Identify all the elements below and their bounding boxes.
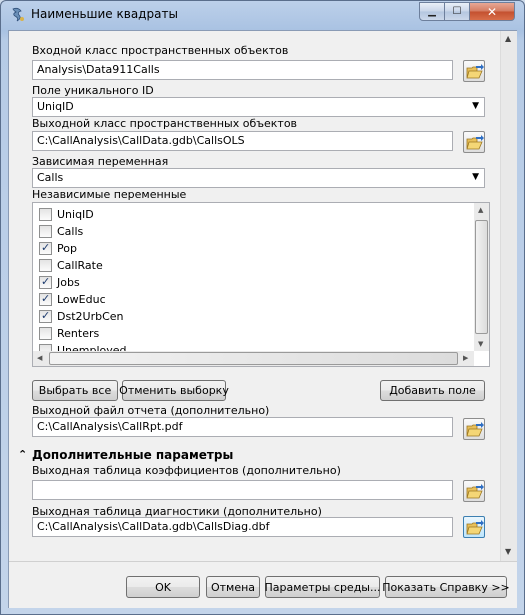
- output-class-field[interactable]: C:\CallAnalysis\CallData.gdb\CallsOLS: [32, 131, 453, 151]
- ok-button[interactable]: OK: [126, 576, 200, 598]
- report-file-field[interactable]: C:\CallAnalysis\CallRpt.pdf: [32, 417, 453, 437]
- parameters-panel: Входной класс пространственных объектов …: [9, 31, 500, 561]
- list-item-label: Dst2UrbCen: [57, 310, 124, 323]
- scroll-up-icon[interactable]: ▲: [505, 34, 511, 43]
- unique-id-value: UniqID: [37, 100, 74, 113]
- window-title: Наименьшие квадраты: [31, 7, 178, 21]
- list-item-label: CallRate: [57, 259, 103, 272]
- scroll-down-icon[interactable]: ▼: [478, 340, 483, 348]
- coef-table-label: Выходная таблица коэффициентов (дополнит…: [32, 464, 341, 477]
- checkmark-icon: ✓: [41, 309, 51, 322]
- list-item-label: Renters: [57, 327, 100, 340]
- list-item[interactable]: ✓ Jobs: [39, 274, 459, 291]
- tool-script-icon: [10, 7, 26, 23]
- coef-table-field[interactable]: [32, 480, 453, 500]
- list-item-label: LowEduc: [57, 293, 106, 306]
- chevron-down-icon: ▼: [472, 101, 479, 111]
- scroll-right-icon[interactable]: ▶: [463, 354, 468, 362]
- maximize-button[interactable]: ☐: [444, 2, 470, 21]
- open-folder-icon: [466, 484, 484, 499]
- title-bar: Наименьшие квадраты ▁ ☐ ✕: [1, 1, 524, 29]
- cancel-button[interactable]: Отмена: [206, 576, 260, 598]
- list-item-label: Calls: [57, 225, 84, 238]
- list-item[interactable]: Renters: [39, 325, 459, 342]
- list-hscroll-thumb[interactable]: [49, 352, 458, 365]
- unique-id-label: Поле уникального ID: [32, 84, 154, 97]
- input-class-browse-button[interactable]: [463, 60, 485, 82]
- open-folder-icon: [466, 135, 484, 150]
- list-item-label: UniqID: [57, 208, 94, 221]
- list-item[interactable]: ✓ LowEduc: [39, 291, 459, 308]
- close-button[interactable]: ✕: [469, 2, 515, 21]
- diag-table-field[interactable]: C:\CallAnalysis\CallData.gdb\CallsDiag.d…: [32, 517, 453, 537]
- input-class-field[interactable]: Analysis\Data911Calls: [32, 60, 453, 80]
- independent-variables-list[interactable]: UniqID Calls ✓ Pop CallRate ✓ Jobs ✓ LowEduc ✓ Dst…: [32, 202, 490, 367]
- checkmark-icon: ✓: [41, 292, 51, 305]
- scroll-down-icon[interactable]: ▼: [505, 547, 511, 556]
- dependent-variable-value: Calls: [37, 171, 64, 184]
- environments-button[interactable]: Параметры среды...: [265, 576, 380, 598]
- select-all-button[interactable]: Выбрать все: [32, 380, 118, 401]
- checkbox[interactable]: ✓: [39, 241, 52, 255]
- checkbox[interactable]: [39, 327, 52, 340]
- collapse-section-icon[interactable]: ⌃: [18, 448, 27, 461]
- list-vscroll-thumb[interactable]: [475, 220, 488, 334]
- list-item[interactable]: ✓ Dst2UrbCen: [39, 308, 459, 325]
- report-file-label: Выходной файл отчета (дополнительно): [32, 404, 270, 417]
- scroll-up-icon[interactable]: ▲: [478, 206, 483, 214]
- add-field-button[interactable]: Добавить поле: [380, 380, 485, 401]
- open-folder-icon: [466, 64, 484, 79]
- dependent-variable-dropdown[interactable]: Calls ▼: [32, 168, 485, 188]
- unselect-all-button[interactable]: Отменить выборку: [119, 380, 229, 401]
- output-class-label: Выходной класс пространственных объектов: [32, 117, 298, 130]
- additional-parameters-header[interactable]: Дополнительные параметры: [32, 448, 233, 462]
- checkbox[interactable]: [39, 259, 52, 272]
- minimize-icon: ▁: [428, 6, 436, 17]
- checkbox[interactable]: ✓: [39, 275, 52, 289]
- dependent-variable-label: Зависимая переменная: [32, 155, 169, 168]
- list-item[interactable]: ✓ Pop: [39, 240, 459, 257]
- close-icon: ✕: [486, 4, 498, 19]
- open-folder-icon: [466, 520, 484, 535]
- output-class-browse-button[interactable]: [463, 131, 485, 153]
- dialog-client: Входной класс пространственных объектов …: [8, 30, 517, 608]
- diag-table-browse-button[interactable]: [463, 516, 485, 538]
- dialog-button-bar: OK Отмена Параметры среды... Показать Сп…: [9, 561, 517, 608]
- unique-id-dropdown[interactable]: UniqID ▼: [32, 97, 485, 117]
- show-help-button[interactable]: Показать Справку >>: [382, 576, 510, 598]
- list-item[interactable]: Calls: [39, 223, 459, 240]
- checkbox[interactable]: ✓: [39, 292, 52, 306]
- coef-table-browse-button[interactable]: [463, 480, 485, 502]
- list-item-label: Pop: [57, 242, 77, 255]
- scroll-left-icon[interactable]: ◀: [37, 354, 42, 362]
- input-class-label: Входной класс пространственных объектов: [32, 44, 289, 57]
- checkbox[interactable]: [39, 225, 52, 238]
- checkmark-icon: ✓: [41, 241, 51, 254]
- dialog-window: Наименьшие квадраты ▁ ☐ ✕ Входной класс …: [0, 0, 525, 615]
- list-item[interactable]: CallRate: [39, 257, 459, 274]
- chevron-down-icon: ▼: [472, 172, 479, 182]
- list-item-label: Jobs: [57, 276, 80, 289]
- open-folder-icon: [466, 422, 484, 437]
- list-horizontal-scrollbar[interactable]: ◀ ▶: [33, 351, 474, 366]
- checkbox[interactable]: ✓: [39, 309, 52, 323]
- list-item[interactable]: UniqID: [39, 206, 459, 223]
- checkmark-icon: ✓: [41, 275, 51, 288]
- minimize-button[interactable]: ▁: [419, 2, 445, 21]
- report-file-browse-button[interactable]: [463, 418, 485, 440]
- independent-variables-label: Независимые переменные: [32, 188, 187, 201]
- maximize-icon: ☐: [452, 6, 462, 17]
- checkbox[interactable]: [39, 208, 52, 221]
- panel-vertical-scrollbar[interactable]: ▲ ▼: [500, 31, 517, 561]
- list-vertical-scrollbar[interactable]: ▲ ▼: [474, 203, 489, 351]
